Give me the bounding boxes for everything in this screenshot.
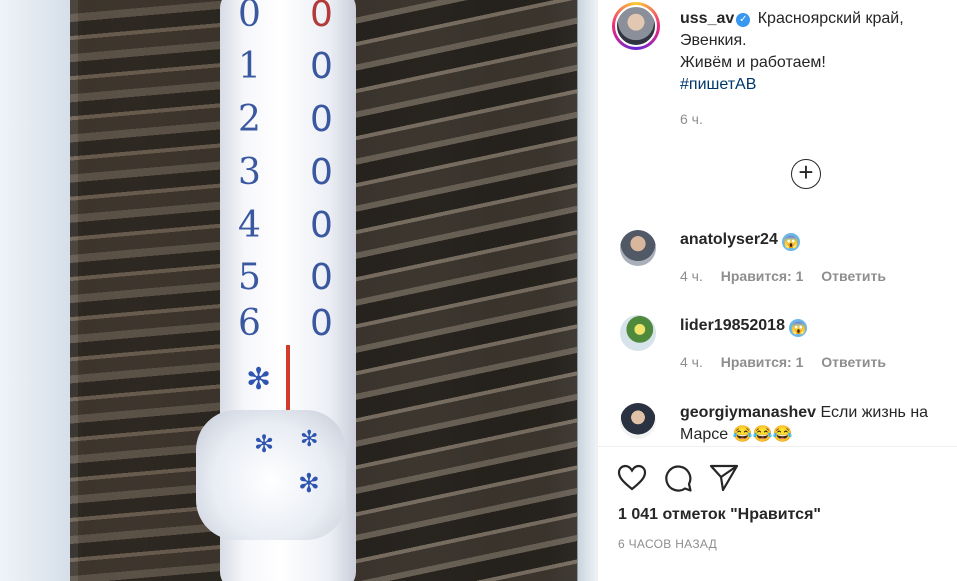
comment-timestamp[interactable]: 4 ч. <box>680 268 703 284</box>
scale-number-right: 0 <box>310 99 333 140</box>
hashtag-link[interactable]: #пишетАВ <box>680 76 756 93</box>
commenter-avatar[interactable] <box>620 230 656 266</box>
comment: anatolyser24 😱 <box>680 229 950 251</box>
scream-emoji: 😱 <box>789 319 808 337</box>
comment-likes[interactable]: Нравится: 1 <box>721 354 804 370</box>
load-more-comments-icon[interactable]: + <box>791 159 821 189</box>
divider <box>598 446 957 447</box>
laughing-emoji: 😂😂😂 <box>732 426 793 443</box>
scream-emoji: 😱 <box>782 233 801 251</box>
scale-number: 0 <box>238 0 261 35</box>
snowflake-icon: ✻ <box>246 363 272 396</box>
author-username[interactable]: uss_av <box>680 10 734 27</box>
scale-number: 5 <box>238 257 261 298</box>
comment-timestamp[interactable]: 4 ч. <box>680 354 703 370</box>
reply-button[interactable]: Ответить <box>821 268 886 284</box>
tree-bark-right <box>352 0 577 581</box>
post-date[interactable]: 6 ЧАСОВ НАЗАД <box>618 537 717 551</box>
post-caption: uss_av ✓ Красноярский край, Эвенкия. Живё… <box>680 8 950 96</box>
comment-username[interactable]: georgiymanashev <box>680 404 816 421</box>
scale-number: 1 <box>238 46 261 87</box>
comment-likes[interactable]: Нравится: 1 <box>721 268 804 284</box>
scale-number-right: 0 <box>310 0 333 35</box>
caption-text: Живём и работаем! <box>680 54 826 71</box>
snow-background-left <box>0 0 78 581</box>
scale-number-right: 0 <box>310 152 333 193</box>
scale-number-right: 0 <box>310 257 333 298</box>
caption-text: Эвенкия. <box>680 32 747 49</box>
commenter-avatar[interactable] <box>620 403 656 439</box>
snowflake-icon: ✻ <box>300 426 319 451</box>
snowflake-icon: ✻ <box>254 431 275 458</box>
scale-number-right: 0 <box>310 205 333 246</box>
send-icon[interactable] <box>708 462 740 494</box>
post-actions <box>616 462 740 494</box>
scale-number: 6 <box>238 303 261 344</box>
comment-username[interactable]: anatolyser24 <box>680 231 778 248</box>
comment-meta: 4 ч. Нравится: 1 Ответить <box>680 268 900 284</box>
scale-number: 4 <box>238 205 261 246</box>
comment-icon[interactable] <box>662 462 694 494</box>
comment-meta: 4 ч. Нравится: 1 Ответить <box>680 354 900 370</box>
comment: lider19852018 😱 <box>680 315 950 337</box>
author-avatar[interactable] <box>612 2 660 50</box>
comment-username[interactable]: lider19852018 <box>680 317 785 334</box>
verified-badge-icon: ✓ <box>736 13 751 27</box>
snow-background-right <box>578 0 597 581</box>
commenter-avatar[interactable] <box>620 315 656 351</box>
caption-timestamp[interactable]: 6 ч. <box>680 111 703 127</box>
caption-text: Красноярский край, <box>757 10 904 27</box>
likes-count[interactable]: 1 041 отметок "Нравится" <box>618 506 821 524</box>
post-details-panel: uss_av ✓ Красноярский край, Эвенкия. Живё… <box>597 0 957 581</box>
snowflake-icon: ✻ <box>298 468 320 498</box>
heart-icon[interactable] <box>616 462 648 494</box>
reply-button[interactable]: Ответить <box>821 354 886 370</box>
scale-number-right: 0 <box>310 303 333 344</box>
scale-number-right: 0 <box>310 46 333 87</box>
post-photo[interactable]: 0 0 1 0 2 0 3 0 4 0 5 0 6 0 ✻ ✻ ✻ ✻ <box>0 0 597 581</box>
scale-number: 3 <box>238 152 261 193</box>
comment: georgiymanashev Если жизнь на Марсе 😂😂😂 <box>680 402 950 446</box>
scale-number: 2 <box>238 99 261 140</box>
